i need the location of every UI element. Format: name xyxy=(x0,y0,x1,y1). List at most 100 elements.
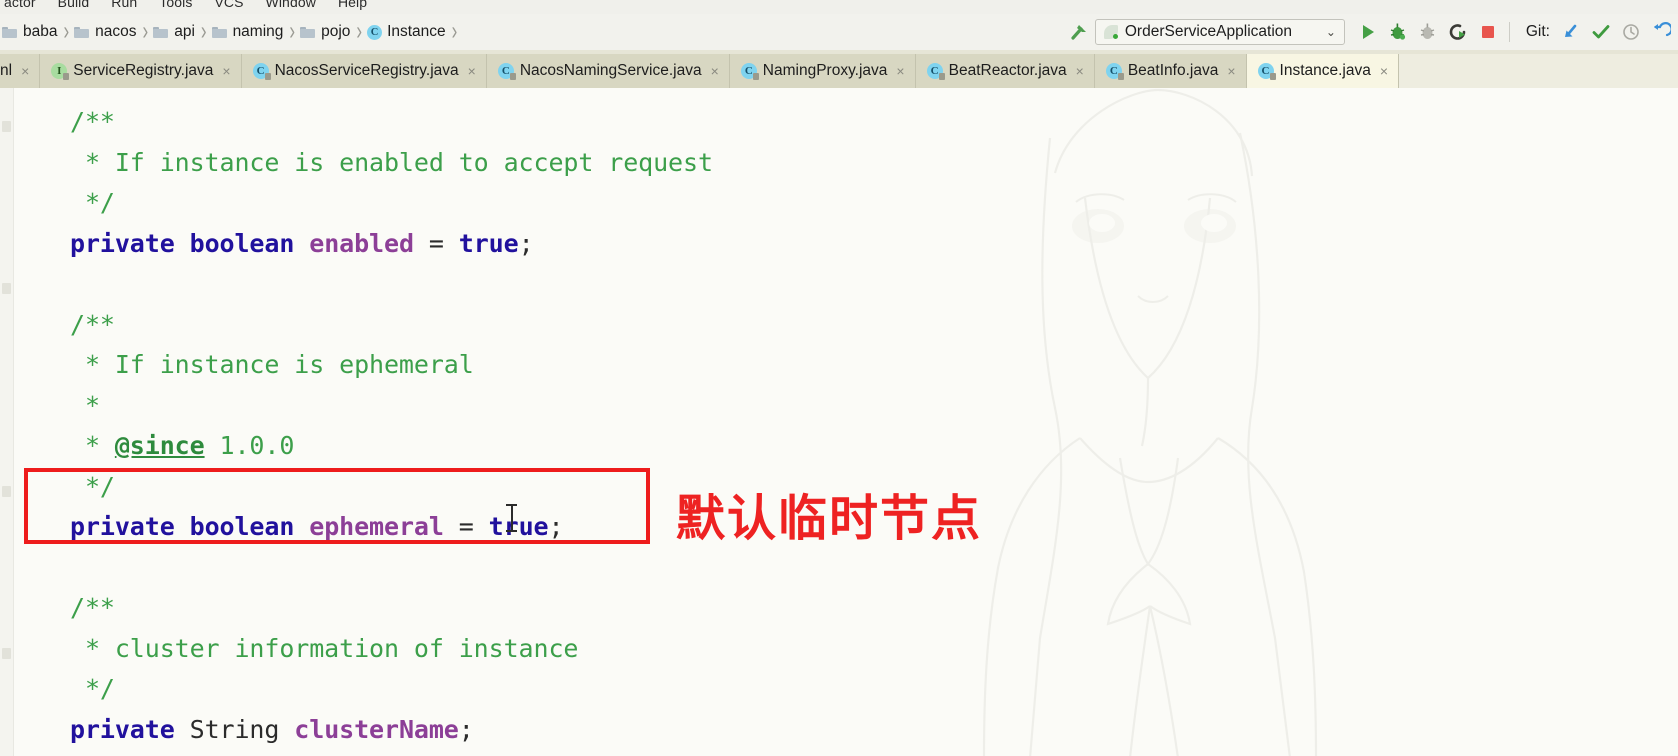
background-watermark-image xyxy=(982,88,1318,756)
class-icon: C xyxy=(1257,63,1276,80)
close-icon[interactable]: × xyxy=(711,64,719,78)
class-icon: C xyxy=(367,24,383,40)
commit-icon[interactable] xyxy=(1586,17,1616,47)
editor-tab-nacosnamingservice-java[interactable]: C NacosNamingService.java × xyxy=(486,54,730,88)
close-icon[interactable]: × xyxy=(1227,64,1235,78)
editor-tab-nacosserviceregistry-java[interactable]: C NacosServiceRegistry.java × xyxy=(241,54,487,88)
breadcrumb-item-instance[interactable]: C Instance xyxy=(365,23,448,41)
menu-item-actor[interactable]: actor xyxy=(4,0,47,10)
code-token-comment: * If instance is enabled to accept reque… xyxy=(70,147,713,177)
ide-window: actor Build Run Tools VCS Window Help baba › nac… xyxy=(0,0,1678,756)
stop-icon[interactable] xyxy=(1473,17,1503,47)
editor-tab-label: NacosNamingService.java xyxy=(519,62,702,79)
menu-item-tools[interactable]: Tools xyxy=(148,0,203,10)
editor-gutter[interactable] xyxy=(0,88,14,756)
folder-icon xyxy=(74,26,90,38)
code-line[interactable]: /** xyxy=(14,588,713,629)
code-line[interactable]: /** xyxy=(14,102,713,143)
code-line[interactable]: /** xyxy=(14,305,713,346)
code-editor[interactable]: /** * If instance is enabled to accept r… xyxy=(0,88,1678,756)
code-line[interactable]: * @since 1.0.0 xyxy=(14,426,713,467)
code-line[interactable]: private boolean ephemeral = true; xyxy=(14,507,713,548)
editor-tab-beatinfo-java[interactable]: C BeatInfo.java × xyxy=(1094,54,1247,88)
menu-bar: actor Build Run Tools VCS Window Help xyxy=(0,0,1678,14)
code-token-field: enabled xyxy=(309,228,414,258)
code-token-comment: */ xyxy=(70,471,115,501)
code-token-punct xyxy=(294,512,309,541)
code-token-punct: ; xyxy=(458,714,474,744)
run-configuration-selector[interactable]: OrderServiceApplication ⌄ xyxy=(1094,19,1345,45)
editor-tab-strip: nl × I ServiceRegistry.java × C NacosServiceRe… xyxy=(0,50,1678,88)
menu-item-help[interactable]: Help xyxy=(327,0,378,10)
tab-strip-empty-area xyxy=(1399,54,1678,88)
close-icon[interactable]: × xyxy=(468,64,476,78)
breadcrumb-item-naming[interactable]: naming xyxy=(210,23,286,41)
code-line[interactable]: * If instance is enabled to accept reque… xyxy=(14,143,713,184)
code-token-punct xyxy=(175,512,190,541)
code-token-comment: * If instance is ephemeral xyxy=(70,350,474,379)
close-icon[interactable]: × xyxy=(222,64,230,78)
rerun-icon[interactable] xyxy=(1443,17,1473,47)
build-hammer-icon[interactable] xyxy=(1065,17,1095,47)
breadcrumb[interactable]: baba › nacos › api › naming › pojo › C Instance › xyxy=(0,14,460,50)
code-line[interactable]: * cluster information of instance xyxy=(14,629,713,670)
code-line[interactable] xyxy=(14,548,713,589)
code-line[interactable]: */ xyxy=(14,669,713,710)
menu-item-build[interactable]: Build xyxy=(47,0,101,10)
fold-marker[interactable] xyxy=(2,121,11,132)
fold-marker[interactable] xyxy=(2,648,11,659)
code-line[interactable]: */ xyxy=(14,183,713,224)
breadcrumb-item-nacos[interactable]: nacos xyxy=(72,23,138,41)
code-token-punct xyxy=(175,715,190,744)
code-token-kw: private xyxy=(70,228,175,258)
editor-tab-namingproxy-java[interactable]: C NamingProxy.java × xyxy=(729,54,916,88)
editor-tab-beatreactor-java[interactable]: C BeatReactor.java × xyxy=(915,54,1095,88)
code-token-comment: /** xyxy=(70,309,115,339)
menu-item-vcs[interactable]: VCS xyxy=(203,0,254,10)
close-icon[interactable]: × xyxy=(1380,64,1388,78)
editor-tab-label: NamingProxy.java xyxy=(762,62,888,79)
code-line[interactable]: private String clusterName; xyxy=(14,710,713,751)
editor-tab-serviceregistry-java[interactable]: I ServiceRegistry.java × xyxy=(40,54,242,88)
code-content[interactable]: /** * If instance is enabled to accept r… xyxy=(14,88,713,750)
code-line[interactable]: private boolean enabled = true; xyxy=(14,224,713,265)
editor-tab-nl[interactable]: nl × xyxy=(0,54,41,88)
code-token-comment: * xyxy=(70,390,100,420)
code-token-punct: ; xyxy=(518,228,534,258)
update-project-icon[interactable] xyxy=(1556,17,1586,47)
editor-tab-label: NacosServiceRegistry.java xyxy=(274,62,459,79)
editor-tab-label: BeatReactor.java xyxy=(948,62,1067,79)
class-icon: C xyxy=(497,63,516,80)
folder-icon xyxy=(300,26,316,38)
breadcrumb-separator-icon: › xyxy=(142,17,149,46)
run-configuration-label: OrderServiceApplication xyxy=(1124,23,1293,40)
close-icon[interactable]: × xyxy=(1076,64,1084,78)
breadcrumb-item-api[interactable]: api xyxy=(151,23,197,41)
code-line[interactable] xyxy=(14,264,713,305)
code-token-kw: private xyxy=(70,714,175,744)
menu-item-run[interactable]: Run xyxy=(100,0,148,10)
code-line[interactable]: */ xyxy=(14,467,713,508)
breadcrumb-item-baba[interactable]: baba xyxy=(0,23,59,41)
fold-marker[interactable] xyxy=(2,486,11,497)
close-icon[interactable]: × xyxy=(21,64,29,78)
code-token-comment: /** xyxy=(70,107,115,136)
code-token-punct: ; xyxy=(548,512,564,541)
debug-icon[interactable] xyxy=(1383,17,1413,47)
editor-tab-label: nl xyxy=(0,62,13,79)
code-line[interactable]: * If instance is ephemeral xyxy=(14,345,713,386)
breadcrumb-item-pojo[interactable]: pojo xyxy=(298,23,352,41)
breadcrumb-label: naming xyxy=(232,23,284,40)
run-icon[interactable] xyxy=(1353,17,1383,47)
revert-icon[interactable] xyxy=(1646,17,1676,47)
coverage-icon[interactable] xyxy=(1413,17,1443,47)
editor-tab-instance-java[interactable]: C Instance.java × xyxy=(1246,54,1400,88)
code-token-kw: true xyxy=(458,228,519,258)
fold-marker[interactable] xyxy=(2,283,11,294)
code-token-field: ephemeral xyxy=(309,512,444,541)
breadcrumb-separator-icon: › xyxy=(63,17,70,46)
history-icon[interactable] xyxy=(1616,17,1646,47)
menu-item-window[interactable]: Window xyxy=(255,0,327,10)
code-line[interactable]: * xyxy=(14,386,713,427)
close-icon[interactable]: × xyxy=(896,64,904,78)
